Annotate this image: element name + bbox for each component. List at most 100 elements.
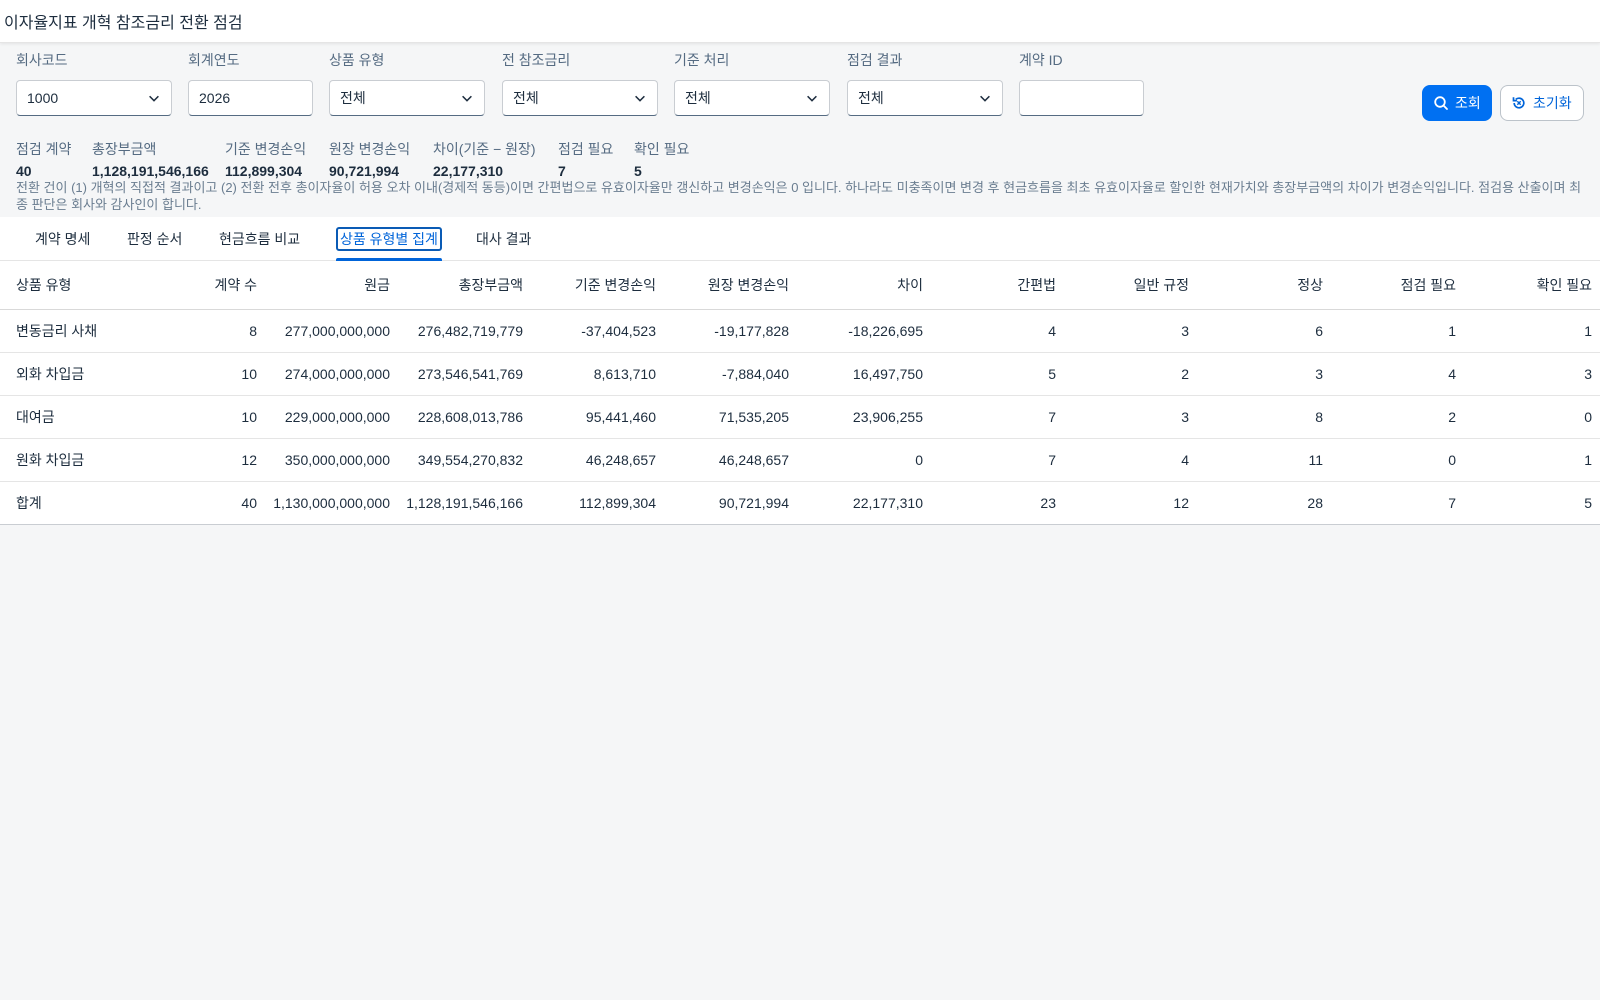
chevron-down-icon (980, 95, 990, 102)
company-select-value: 1000 (27, 90, 59, 106)
result-select[interactable]: 전체 (847, 80, 1003, 116)
prev-rate-select[interactable]: 전체 (502, 80, 658, 116)
table-cell: 7 (1448, 494, 1456, 511)
table-cell: 229,000,000,000 (265, 395, 398, 439)
year-input[interactable]: 2026 (188, 80, 313, 116)
column-header[interactable]: 상품 유형 (0, 261, 173, 310)
column-header[interactable]: 원금 (265, 261, 398, 310)
product-select[interactable]: 전체 (329, 80, 485, 116)
table-cell: 273,546,541,769 (398, 352, 531, 396)
company-select[interactable]: 1000 (16, 80, 172, 116)
table-cell: 71,535,205 (664, 395, 797, 439)
tab-judgment-order[interactable]: 판정 순서 (127, 217, 182, 261)
basis-select-value: 전체 (685, 90, 711, 106)
column-header[interactable]: 점검 필요 (1331, 261, 1464, 310)
table-row[interactable]: 원화 차입금 12 350,000,000,000 349,554,270,83… (0, 438, 1600, 482)
tab-contract-details[interactable]: 계약 명세 (35, 217, 90, 261)
table-total-row[interactable]: 합계 40 1,130,000,000,000 1,128,191,546,16… (0, 481, 1600, 524)
table-cell: 3 (1464, 352, 1600, 396)
table-cell: 5 (931, 352, 1064, 396)
table-cell: 합계 (16, 494, 42, 511)
tab-label: 현금흐름 비교 (219, 231, 301, 247)
table-cell: 3 (1197, 352, 1331, 396)
filter-result: 점검 결과 전체 (847, 52, 1003, 116)
filter-basis: 기준 처리 전체 (674, 52, 830, 116)
year-input-value: 2026 (199, 90, 231, 106)
table-cell: 350,000,000,000 (265, 438, 398, 482)
product-select-value: 전체 (340, 90, 366, 106)
column-header[interactable]: 기준 변경손익 (531, 261, 664, 310)
kpi-label: 점검 필요 (558, 141, 614, 157)
table-cell: 2 (1331, 395, 1464, 439)
prev-rate-select-value: 전체 (513, 90, 539, 106)
table-row[interactable]: 대여금 10 229,000,000,000 228,608,013,786 9… (0, 395, 1600, 439)
filter-contract-id-label: 계약 ID (1019, 52, 1063, 68)
kpi-confirm-needed: 확인 필요 5 (634, 141, 689, 179)
filter-contract-id: 계약 ID (1019, 52, 1144, 116)
table-cell: 10 (173, 352, 265, 396)
kpi-label: 기준 변경손익 (225, 141, 307, 157)
table-cell: 1,130,000,000,000 (273, 494, 390, 511)
table-cell: 외화 차입금 (0, 352, 173, 396)
contract-id-input[interactable] (1019, 80, 1144, 116)
column-header[interactable]: 총장부금액 (398, 261, 531, 310)
table-cell: 원화 차입금 (0, 438, 173, 482)
tab-bar: 계약 명세 판정 순서 현금흐름 비교 상품 유형별 집계 대사 결과 (0, 217, 1600, 261)
table-cell: 12 (173, 438, 265, 482)
filter-year: 회계연도 2026 (188, 52, 313, 116)
table-cell: 0 (1464, 395, 1600, 439)
table-cell: 28 (1307, 494, 1323, 511)
tab-cashflow-compare[interactable]: 현금흐름 비교 (219, 217, 300, 261)
kpi-value: 7 (558, 163, 566, 179)
kpi-label: 확인 필요 (634, 141, 690, 157)
filter-product: 상품 유형 전체 (329, 52, 485, 116)
column-header[interactable]: 정상 (1197, 261, 1331, 310)
reset-button[interactable]: 초기화 (1500, 85, 1584, 121)
table-cell: -7,884,040 (664, 352, 797, 396)
column-header[interactable]: 계약 수 (173, 261, 265, 310)
filter-basis-label: 기준 처리 (674, 52, 730, 68)
table-cell: 95,441,460 (531, 395, 664, 439)
filter-company: 회사코드 1000 (16, 52, 172, 116)
chevron-down-icon (149, 95, 159, 102)
column-header[interactable]: 원장 변경손익 (664, 261, 797, 310)
table-cell: 8 (1197, 395, 1331, 439)
search-button-label: 조회 (1455, 95, 1481, 111)
table-cell: 23,906,255 (797, 395, 931, 439)
tab-product-summary[interactable]: 상품 유형별 집계 (336, 217, 442, 261)
kpi-label: 점검 계약 (16, 141, 72, 157)
search-button[interactable]: 조회 (1422, 85, 1492, 121)
column-header[interactable]: 차이 (797, 261, 931, 310)
kpi-value: 22,177,310 (433, 163, 504, 179)
product-summary-table: 상품 유형 계약 수 원금 총장부금액 기준 변경손익 원장 변경손익 차이 간… (0, 261, 1600, 524)
filter-bar: 회사코드 1000 회계연도 2026 상품 유형 전체 전 참조금리 전체 기… (0, 43, 1600, 133)
table-cell: 16,497,750 (797, 352, 931, 396)
column-header[interactable]: 확인 필요 (1464, 261, 1600, 310)
summary-table-container: 상품 유형 계약 수 원금 총장부금액 기준 변경손익 원장 변경손익 차이 간… (0, 261, 1600, 525)
table-cell: 10 (173, 395, 265, 439)
basis-select[interactable]: 전체 (674, 80, 830, 116)
table-cell: 11 (1197, 438, 1331, 482)
kpi-label: 총장부금액 (92, 141, 157, 157)
filter-company-label: 회사코드 (16, 52, 68, 68)
table-cell: -18,226,695 (797, 309, 931, 353)
column-header[interactable]: 간편법 (931, 261, 1064, 310)
kpi-ledger-gain: 원장 변경손익 90,721,994 (329, 141, 410, 179)
kpi-difference: 차이(기준 − 원장) 22,177,310 (433, 141, 536, 179)
column-header[interactable]: 일반 규정 (1064, 261, 1197, 310)
tab-label: 상품 유형별 집계 (336, 227, 442, 251)
kpi-label: 원장 변경손익 (329, 141, 411, 157)
table-cell: 349,554,270,832 (398, 438, 531, 482)
table-row[interactable]: 외화 차입금 10 274,000,000,000 273,546,541,76… (0, 352, 1600, 396)
table-cell: 4 (931, 309, 1064, 353)
reset-button-label: 초기화 (1533, 95, 1572, 111)
table-cell: 0 (797, 438, 931, 482)
tab-label: 판정 순서 (127, 231, 183, 247)
table-row[interactable]: 변동금리 사채 8 277,000,000,000 276,482,719,77… (0, 309, 1600, 353)
filter-year-label: 회계연도 (188, 52, 240, 68)
table-cell: 1 (1464, 309, 1600, 353)
tab-reconciliation[interactable]: 대사 결과 (476, 217, 531, 261)
kpi-basis-gain: 기준 변경손익 112,899,304 (225, 141, 306, 179)
kpi-label: 차이(기준 − 원장) (433, 141, 536, 157)
table-cell: 228,608,013,786 (398, 395, 531, 439)
